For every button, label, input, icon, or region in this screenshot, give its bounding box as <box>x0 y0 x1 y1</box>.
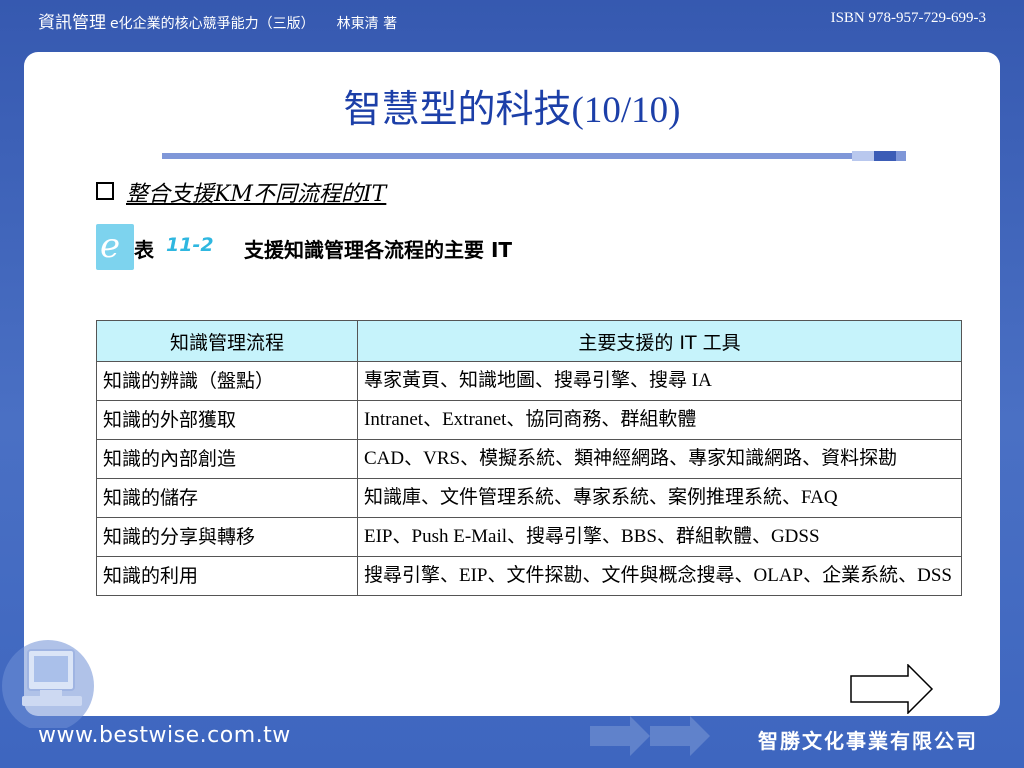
bullet-text: 整合支援KM不同流程的IT <box>126 182 387 207</box>
table-caption: e 表 11-2 支援知識管理各流程的主要 IT <box>96 224 576 270</box>
tools-cell: 搜尋引擎、EIP、文件探勘、文件與概念搜尋、OLAP、企業系統、DSS <box>357 556 962 596</box>
table-row: 知識的儲存 知識庫、文件管理系統、專家系統、案例推理系統、FAQ <box>96 478 962 518</box>
book-title-main: 資訊管理 <box>38 13 106 33</box>
next-slide-arrow-icon[interactable] <box>850 664 934 714</box>
process-cell: 知識的內部創造 <box>96 439 358 479</box>
caption-prefix: 表 <box>134 238 154 262</box>
slide-header: 資訊管理 e化企業的核心競爭能力（三版） 林東清 著 ISBN 978-957-72… <box>0 0 1024 44</box>
computer-icon <box>2 640 94 728</box>
table-row: 知識的分享與轉移 EIP、Push E-Mail、搜尋引擎、BBS、群組軟體、G… <box>96 517 962 557</box>
publisher-name: 智勝文化事業有限公司 <box>758 729 978 753</box>
process-cell: 知識的利用 <box>96 556 358 596</box>
book-author: 林東清 著 <box>336 16 398 32</box>
column-header-process: 知識管理流程 <box>96 320 358 362</box>
process-cell: 知識的分享與轉移 <box>96 517 358 557</box>
decorative-arrows-icon <box>590 716 710 756</box>
table-row: 知識的利用 搜尋引擎、EIP、文件探勘、文件與概念搜尋、OLAP、企業系統、DS… <box>96 556 962 596</box>
tools-cell: CAD、VRS、模擬系統、類神經網路、專家知識網路、資料探勘 <box>357 439 962 479</box>
caption-number: 11-2 <box>166 234 214 256</box>
process-cell: 知識的外部獲取 <box>96 400 358 440</box>
title-rule <box>162 151 906 161</box>
table-header-row: 知識管理流程 主要支援的 IT 工具 <box>96 320 962 362</box>
book-title: 資訊管理 e化企業的核心競爭能力（三版） 林東清 著 <box>38 8 397 33</box>
bullet-point: 整合支援KM不同流程的IT <box>96 176 386 208</box>
slide-title-text: 智慧型的科技 <box>343 87 572 131</box>
tools-cell: 知識庫、文件管理系統、專家系統、案例推理系統、FAQ <box>357 478 962 518</box>
table-row: 知識的辨識（盤點） 專家黃頁、知識地圖、搜尋引擎、搜尋 IA <box>96 361 962 401</box>
process-cell: 知識的辨識（盤點） <box>96 361 358 401</box>
checkbox-bullet-icon <box>96 182 114 200</box>
column-header-tools: 主要支援的 IT 工具 <box>357 320 962 362</box>
table-row: 知識的外部獲取 Intranet、Extranet、協同商務、群組軟體 <box>96 400 962 440</box>
table-row: 知識的內部創造 CAD、VRS、模擬系統、類神經網路、專家知識網路、資料探勘 <box>96 439 962 479</box>
slide-title: 智慧型的科技(10/10) <box>24 78 1000 133</box>
isbn-label: ISBN 978-957-729-699-3 <box>830 10 986 26</box>
website-url[interactable]: www.bestwise.com.tw <box>38 723 291 748</box>
e-logo-icon: e <box>96 224 134 270</box>
tools-cell: EIP、Push E-Mail、搜尋引擎、BBS、群組軟體、GDSS <box>357 517 962 557</box>
slide-title-number: (10/10) <box>571 90 681 131</box>
caption-text: 支援知識管理各流程的主要 IT <box>244 238 513 262</box>
tools-cell: 專家黃頁、知識地圖、搜尋引擎、搜尋 IA <box>357 361 962 401</box>
book-subtitle: e化企業的核心競爭能力（三版） <box>110 16 315 32</box>
tools-cell: Intranet、Extranet、協同商務、群組軟體 <box>357 400 962 440</box>
km-it-table: 知識管理流程 主要支援的 IT 工具 知識的辨識（盤點） 專家黃頁、知識地圖、搜… <box>96 320 962 596</box>
process-cell: 知識的儲存 <box>96 478 358 518</box>
